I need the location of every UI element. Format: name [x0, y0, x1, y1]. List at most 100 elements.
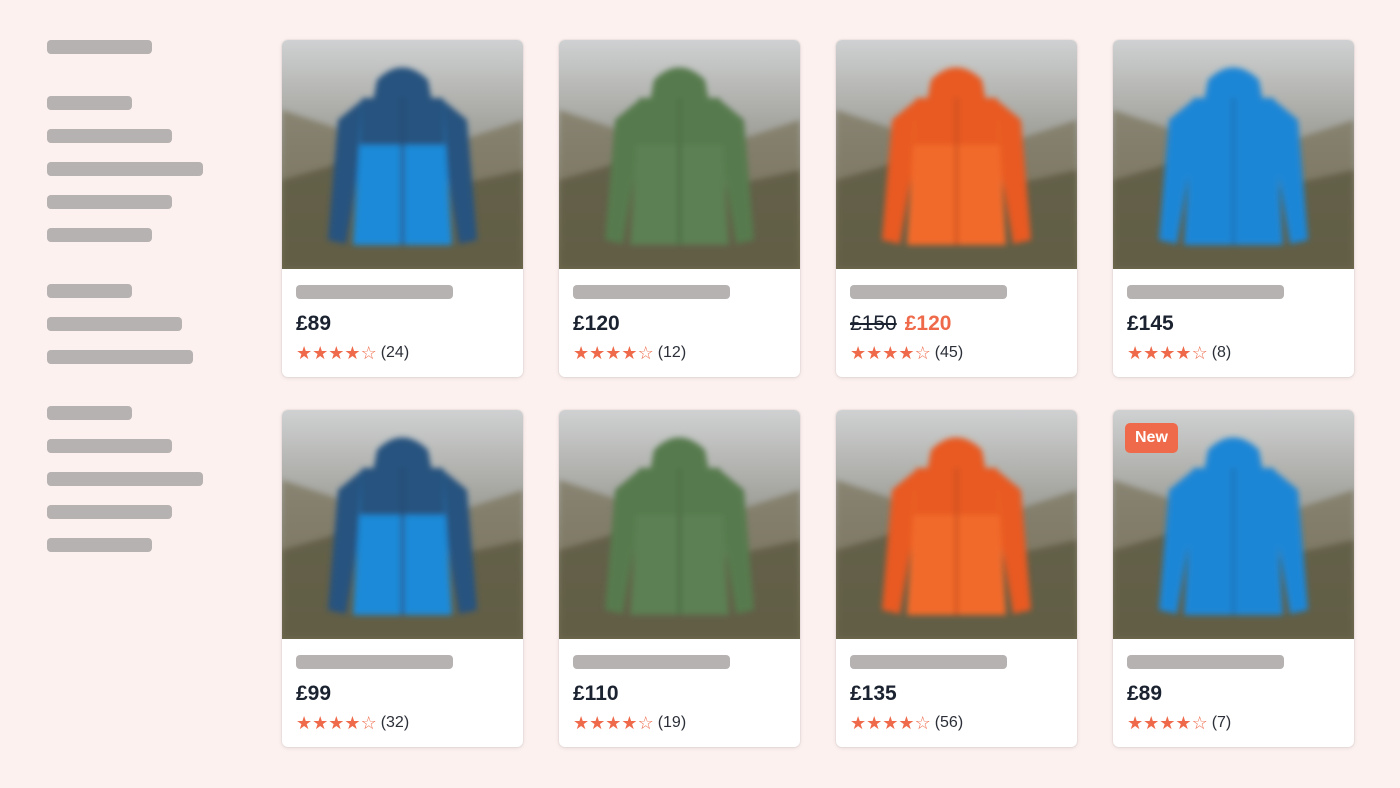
- filter-option-placeholder[interactable]: [47, 129, 172, 143]
- star-outline-icon: ☆: [637, 342, 654, 363]
- star-outline-icon: ☆: [637, 712, 654, 733]
- star-filled-icon: ★: [898, 342, 915, 363]
- filter-option-placeholder[interactable]: [47, 406, 132, 420]
- product-price: £89: [296, 312, 332, 335]
- product-card[interactable]: £99 ★★★★☆ (32): [282, 410, 523, 747]
- product-name-placeholder[interactable]: [850, 285, 1007, 299]
- star-filled-icon: ★: [573, 712, 590, 733]
- product-name-placeholder[interactable]: [1127, 655, 1284, 669]
- jacket-photo: [1113, 40, 1354, 269]
- star-filled-icon: ★: [312, 342, 329, 363]
- filter-option-placeholder[interactable]: [47, 317, 182, 331]
- price-row: £89: [296, 312, 331, 336]
- star-filled-icon: ★: [1127, 342, 1144, 363]
- star-rating: ★★★★☆: [1127, 713, 1208, 734]
- star-filled-icon: ★: [866, 342, 883, 363]
- star-rating: ★★★★☆: [573, 713, 654, 734]
- filter-option-placeholder[interactable]: [47, 228, 152, 242]
- product-name-placeholder[interactable]: [573, 655, 730, 669]
- filter-option-placeholder[interactable]: [47, 350, 193, 364]
- product-image[interactable]: [282, 40, 523, 269]
- product-image[interactable]: [559, 40, 800, 269]
- price-row: £135: [850, 682, 897, 706]
- product-image[interactable]: New: [1113, 410, 1354, 639]
- star-filled-icon: ★: [344, 342, 361, 363]
- star-rating: ★★★★☆: [1127, 343, 1208, 364]
- rating-row: ★★★★☆ (19): [573, 713, 686, 733]
- sale-price: £120: [904, 312, 952, 335]
- product-image[interactable]: [836, 410, 1077, 639]
- original-price: £150: [850, 312, 897, 335]
- product-price: £145: [1127, 312, 1174, 335]
- product-price: £120: [573, 312, 620, 335]
- star-outline-icon: ☆: [914, 342, 931, 363]
- product-name-placeholder[interactable]: [850, 655, 1007, 669]
- star-filled-icon: ★: [882, 342, 899, 363]
- rating-row: ★★★★☆ (32): [296, 713, 409, 733]
- rating-row: ★★★★☆ (12): [573, 343, 686, 363]
- filter-option-placeholder[interactable]: [47, 505, 172, 519]
- product-image[interactable]: [836, 40, 1077, 269]
- star-rating: ★★★★☆: [296, 343, 377, 364]
- star-outline-icon: ☆: [1191, 712, 1208, 733]
- jacket-photo: [282, 40, 523, 269]
- star-filled-icon: ★: [328, 712, 345, 733]
- star-filled-icon: ★: [866, 712, 883, 733]
- filter-option-placeholder[interactable]: [47, 538, 152, 552]
- product-image[interactable]: [1113, 40, 1354, 269]
- product-card[interactable]: £110 ★★★★☆ (19): [559, 410, 800, 747]
- product-name-placeholder[interactable]: [296, 285, 453, 299]
- product-card[interactable]: £150 £120 ★★★★☆ (45): [836, 40, 1077, 377]
- star-filled-icon: ★: [1175, 342, 1192, 363]
- product-image[interactable]: [559, 410, 800, 639]
- star-filled-icon: ★: [312, 712, 329, 733]
- product-card[interactable]: £120 ★★★★☆ (12): [559, 40, 800, 377]
- product-card[interactable]: £89 ★★★★☆ (24): [282, 40, 523, 377]
- star-filled-icon: ★: [1143, 342, 1160, 363]
- rating-row: ★★★★☆ (45): [850, 343, 963, 363]
- filter-option-placeholder[interactable]: [47, 439, 172, 453]
- filter-option-placeholder[interactable]: [47, 96, 132, 110]
- price-row: £150 £120: [850, 312, 951, 336]
- star-filled-icon: ★: [589, 712, 606, 733]
- star-outline-icon: ☆: [360, 342, 377, 363]
- filter-option-placeholder[interactable]: [47, 472, 203, 486]
- rating-row: ★★★★☆ (7): [1127, 713, 1231, 733]
- jacket-photo: [836, 40, 1077, 269]
- star-filled-icon: ★: [1143, 712, 1160, 733]
- star-filled-icon: ★: [296, 342, 313, 363]
- star-filled-icon: ★: [605, 712, 622, 733]
- review-count: (45): [934, 344, 964, 361]
- filter-option-placeholder[interactable]: [47, 195, 172, 209]
- product-price: £110: [573, 682, 619, 705]
- product-card[interactable]: New £89 ★★★★☆ (7): [1113, 410, 1354, 747]
- star-outline-icon: ☆: [1191, 342, 1208, 363]
- jacket-photo: [559, 40, 800, 269]
- review-count: (7): [1211, 714, 1232, 731]
- star-filled-icon: ★: [621, 342, 638, 363]
- product-name-placeholder[interactable]: [573, 285, 730, 299]
- price-row: £99: [296, 682, 331, 706]
- product-price: £89: [1127, 682, 1163, 705]
- product-card[interactable]: £145 ★★★★☆ (8): [1113, 40, 1354, 377]
- star-filled-icon: ★: [1159, 712, 1176, 733]
- jacket-photo: [836, 410, 1077, 639]
- filter-option-placeholder[interactable]: [47, 162, 203, 176]
- star-filled-icon: ★: [882, 712, 899, 733]
- star-filled-icon: ★: [850, 712, 867, 733]
- review-count: (8): [1211, 344, 1232, 361]
- filter-option-placeholder[interactable]: [47, 284, 132, 298]
- jacket-photo: [282, 410, 523, 639]
- star-rating: ★★★★☆: [850, 343, 931, 364]
- new-badge: New: [1125, 423, 1178, 453]
- rating-row: ★★★★☆ (8): [1127, 343, 1231, 363]
- rating-row: ★★★★☆ (56): [850, 713, 963, 733]
- product-image[interactable]: [282, 410, 523, 639]
- star-filled-icon: ★: [1159, 342, 1176, 363]
- review-count: (32): [380, 714, 410, 731]
- star-filled-icon: ★: [850, 342, 867, 363]
- product-name-placeholder[interactable]: [296, 655, 453, 669]
- product-card[interactable]: £135 ★★★★☆ (56): [836, 410, 1077, 747]
- price-row: £110: [573, 682, 619, 706]
- product-name-placeholder[interactable]: [1127, 285, 1284, 299]
